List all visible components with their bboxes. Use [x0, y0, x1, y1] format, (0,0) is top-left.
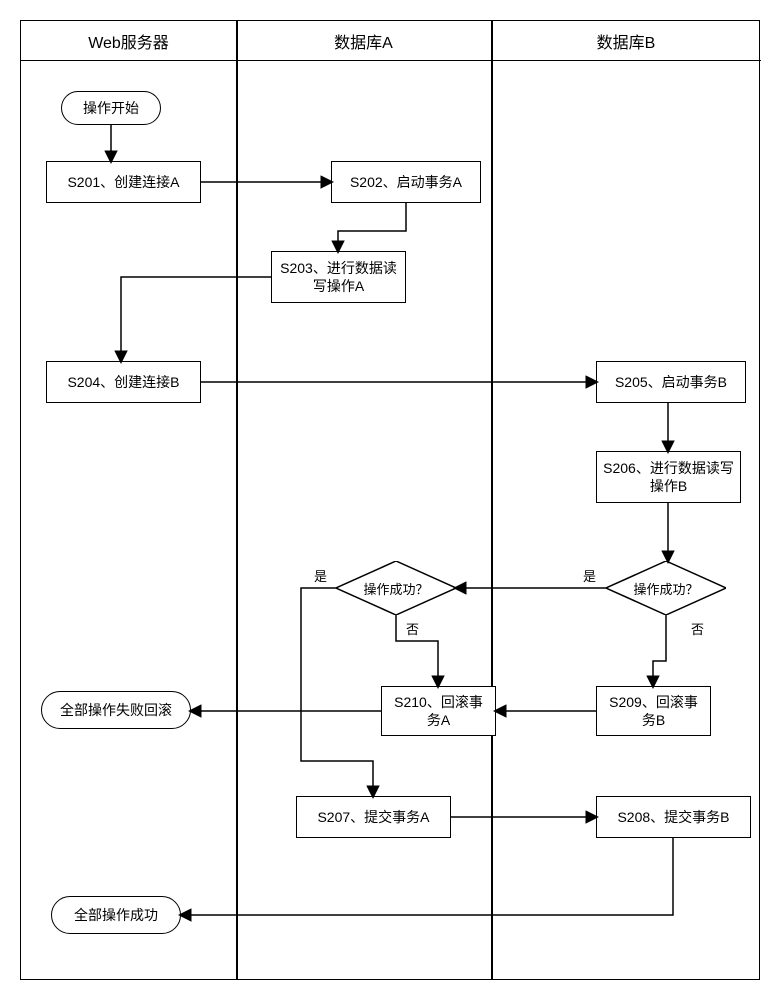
node-s209: S209、回滚事务B	[596, 686, 711, 736]
node-s202: S202、启动事务A	[331, 161, 481, 203]
node-s201: S201、创建连接A	[46, 161, 201, 203]
fail-terminal: 全部操作失败回滚	[41, 691, 191, 729]
lane-header-web: Web服务器	[21, 21, 236, 61]
start-terminal: 操作开始	[61, 91, 161, 125]
decision-b-label: 操作成功？	[633, 579, 698, 598]
lane-header-dbb: 数据库B	[491, 21, 761, 61]
node-s204: S204、创建连接B	[46, 361, 201, 403]
label-yes-a: 是	[314, 566, 327, 585]
node-s203: S203、进行数据读写操作A	[271, 251, 406, 303]
node-s210: S210、回滚事务A	[381, 686, 496, 736]
decision-a: 操作成功？	[336, 561, 456, 615]
decision-b: 操作成功？	[606, 561, 726, 615]
lane-header-dba: 数据库A	[236, 21, 491, 61]
decision-a-label: 操作成功？	[363, 579, 428, 598]
swimlane-container: Web服务器 数据库A 数据库B 操作开始 S201、创建连接A S202、启动…	[20, 20, 760, 980]
label-yes-b: 是	[583, 566, 596, 585]
label-no-a: 否	[406, 619, 419, 638]
node-s206: S206、进行数据读写操作B	[596, 451, 741, 503]
lane-divider-1	[236, 21, 238, 979]
node-s208: S208、提交事务B	[596, 796, 751, 838]
label-no-b: 否	[691, 619, 704, 638]
lane-divider-2	[491, 21, 493, 979]
node-s207: S207、提交事务A	[296, 796, 451, 838]
success-terminal: 全部操作成功	[51, 896, 181, 934]
node-s205: S205、启动事务B	[596, 361, 746, 403]
